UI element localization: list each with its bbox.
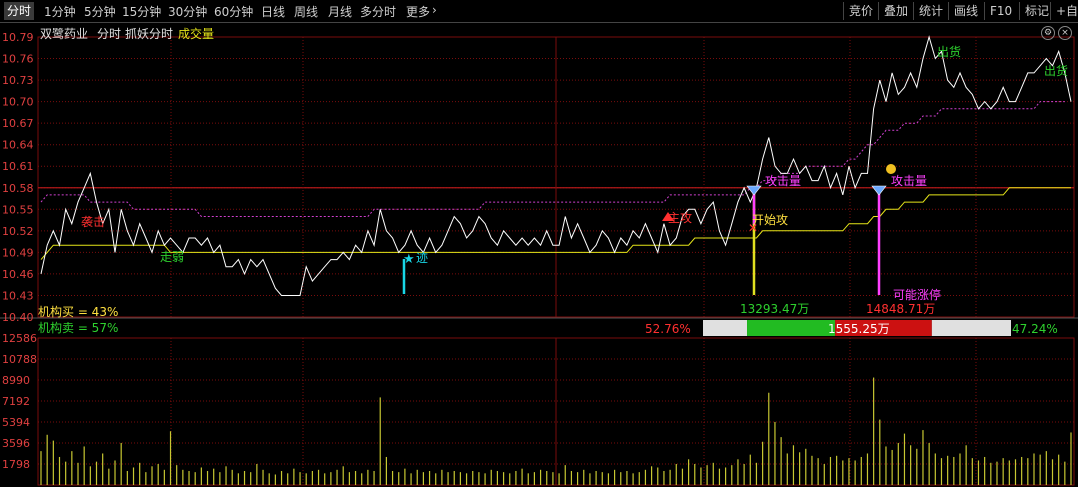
diamond-icon bbox=[871, 185, 887, 196]
left-pct-label: 52.76% bbox=[645, 322, 691, 336]
attack-volume-label: 攻击量 bbox=[891, 174, 927, 188]
add-watchlist-button[interactable]: +自选 bbox=[1050, 2, 1078, 20]
f10-button[interactable]: F10 bbox=[984, 2, 1017, 20]
price-tick-label: 10.70 bbox=[2, 96, 34, 109]
value-label: 14848.71万 bbox=[866, 302, 935, 316]
price-tick-label: 10.58 bbox=[2, 182, 34, 195]
main-attack-label: 主攻 bbox=[668, 211, 692, 225]
tab-15min[interactable]: 15分钟 bbox=[122, 3, 161, 20]
tab-daily[interactable]: 日线 bbox=[261, 3, 285, 20]
price-tick-label: 10.64 bbox=[2, 139, 34, 152]
stock-name: 双鹭药业 bbox=[40, 27, 89, 41]
price-tick-label: 10.43 bbox=[2, 289, 34, 302]
volume-label: 成交量 bbox=[178, 27, 215, 41]
ratio-center-value: 1555.25万 bbox=[828, 322, 890, 336]
diamond-icon bbox=[746, 185, 762, 196]
ji-label: 迹 bbox=[416, 251, 428, 265]
ratio-bar-segment bbox=[931, 320, 1011, 336]
price-tick-label: 10.76 bbox=[2, 53, 34, 66]
price-tick-label: 10.40 bbox=[2, 311, 34, 324]
overlay-button[interactable]: 叠加 bbox=[878, 2, 913, 20]
tab-multi-intraday[interactable]: 多分时 bbox=[360, 3, 396, 20]
price-tick-label: 10.49 bbox=[2, 246, 34, 259]
tab-intraday[interactable]: 分时 bbox=[4, 2, 35, 20]
price-tick-label: 10.55 bbox=[2, 203, 34, 216]
inst-buy-label: 机构买 = 43% bbox=[38, 304, 118, 319]
tab-weekly[interactable]: 周线 bbox=[294, 3, 318, 20]
volume-tick-label: 3596 bbox=[2, 437, 30, 450]
moving-average-line bbox=[40, 101, 1065, 217]
chart-surface[interactable]: 10.79 10.76 10.73 10.70 10.67 10.64 10.61 10.58… bbox=[0, 0, 1078, 487]
auction-button[interactable]: 竞价 bbox=[843, 2, 878, 20]
mark-button[interactable]: 标记 bbox=[1019, 2, 1054, 20]
price-tick-label: 10.52 bbox=[2, 225, 34, 238]
price-tick-label: 10.46 bbox=[2, 268, 34, 281]
attack-volume-label: 攻击量 bbox=[765, 174, 801, 188]
tab-more[interactable]: 更多 bbox=[406, 3, 430, 20]
ratio-bar-segment bbox=[747, 320, 836, 336]
period-toolbar: 分时 1分钟 5分钟 15分钟 30分钟 60分钟 日线 周线 月线 多分时 更… bbox=[0, 0, 1078, 23]
volume-tick-label: 8990 bbox=[2, 374, 30, 387]
ratio-bar-segment bbox=[703, 320, 748, 336]
tab-60min[interactable]: 60分钟 bbox=[214, 3, 253, 20]
chevron-right-icon[interactable]: › bbox=[432, 3, 437, 17]
limit-up-label: 可能涨停 bbox=[893, 287, 941, 302]
weak-label: 走弱 bbox=[160, 250, 184, 264]
price-tick-label: 10.67 bbox=[2, 117, 34, 130]
tab-monthly[interactable]: 月线 bbox=[328, 3, 352, 20]
tab-1min[interactable]: 1分钟 bbox=[44, 3, 76, 20]
attack-label: 袭击 bbox=[81, 214, 105, 229]
volume-tick-label: 12586 bbox=[2, 332, 37, 345]
out-label: 出货 bbox=[937, 44, 961, 59]
star-icon: ★ bbox=[403, 252, 415, 267]
right-pct-label: 47.24% bbox=[1012, 322, 1058, 336]
statistics-button[interactable]: 统计 bbox=[913, 2, 948, 20]
gear-icon[interactable]: ⚙ bbox=[1041, 26, 1055, 40]
tab-5min[interactable]: 5分钟 bbox=[84, 3, 116, 20]
inst-sell-label: 机构卖 = 57% bbox=[38, 320, 118, 335]
chart-mode: 分时 bbox=[97, 27, 122, 41]
indicator-name[interactable]: 抓妖分时 bbox=[125, 25, 173, 42]
volume-tick-label: 10788 bbox=[2, 353, 37, 366]
volume-tick-label: 1798 bbox=[2, 458, 30, 471]
volume-tick-label: 7192 bbox=[2, 395, 30, 408]
price-tick-label: 10.73 bbox=[2, 74, 34, 87]
price-tick-label: 10.61 bbox=[2, 160, 34, 173]
out-label: 出货 bbox=[1044, 63, 1068, 78]
price-tick-label: 10.79 bbox=[2, 31, 34, 44]
value-label: 13293.47万 bbox=[740, 302, 809, 316]
tab-30min[interactable]: 30分钟 bbox=[168, 3, 207, 20]
volume-tick-label: 5394 bbox=[2, 416, 30, 429]
close-icon[interactable]: × bbox=[1058, 26, 1072, 40]
orange-icon bbox=[886, 164, 896, 174]
cross-icon: ✕ bbox=[748, 221, 758, 235]
draw-line-button[interactable]: 画线 bbox=[948, 2, 983, 20]
